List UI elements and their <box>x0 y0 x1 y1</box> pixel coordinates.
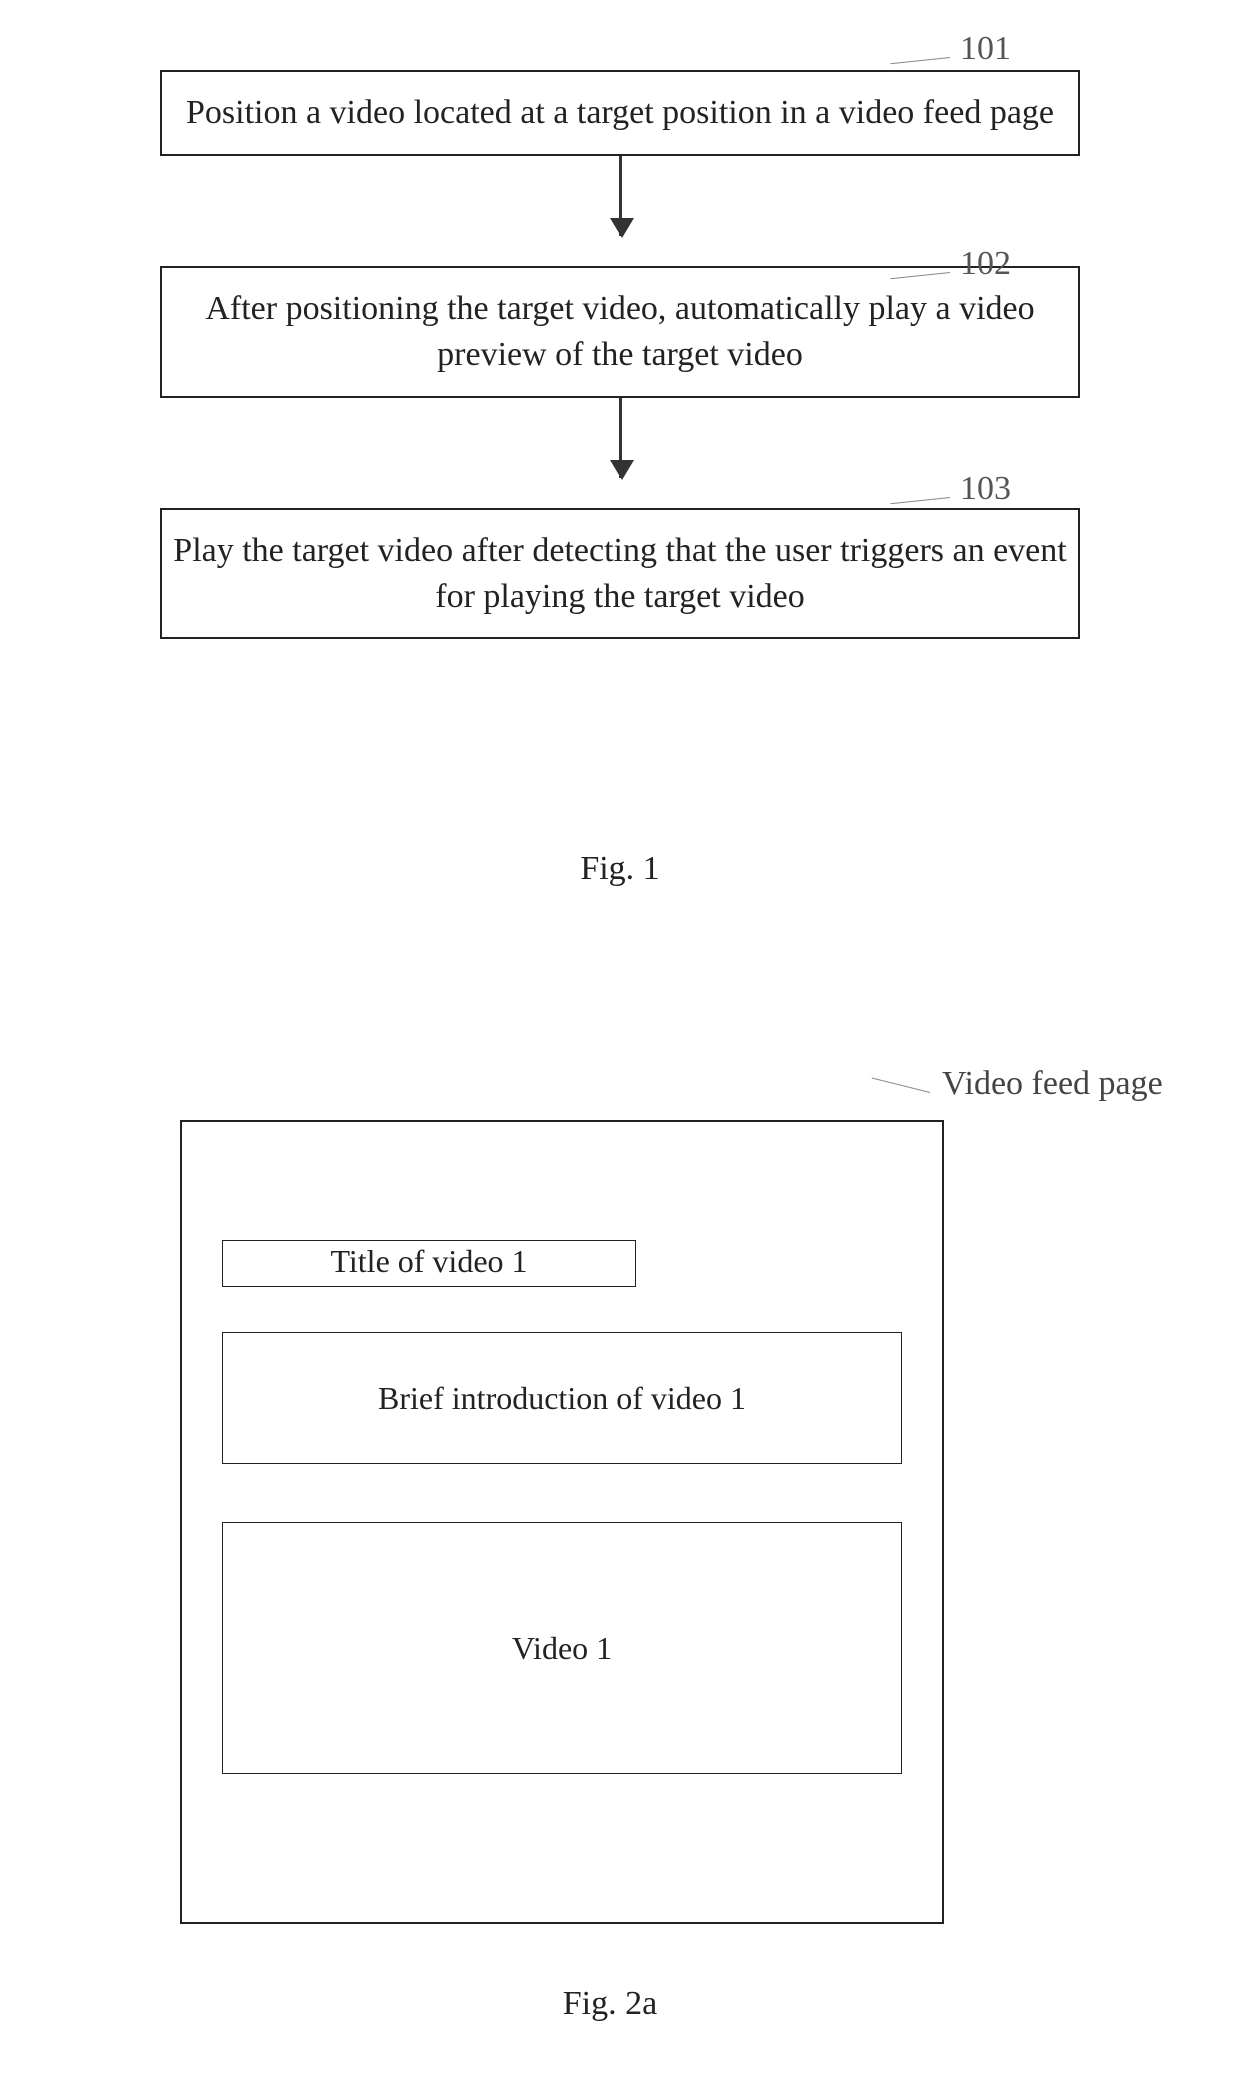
video-box: Video 1 <box>222 1522 902 1774</box>
step-103-text: Play the target video after detecting th… <box>173 532 1066 615</box>
video-feed-page-label: Video feed page <box>870 1065 1163 1103</box>
figure-2a-caption: Fig. 2a <box>510 1985 710 2023</box>
step-101-box: Position a video located at a target pos… <box>160 70 1080 156</box>
step-103-label: 103 <box>890 470 1011 508</box>
page: 101 Position a video located at a target… <box>0 0 1240 2079</box>
video-title-text: Title of video 1 <box>330 1243 527 1279</box>
step-103-box: Play the target video after detecting th… <box>160 508 1080 640</box>
step-102-label: 102 <box>890 245 1011 283</box>
video-feed-page-frame: Title of video 1 Brief introduction of v… <box>180 1120 944 1924</box>
figure-2a: Title of video 1 Brief introduction of v… <box>180 1120 1060 1924</box>
step-101-label: 101 <box>890 30 1011 68</box>
step-102-text: After positioning the target video, auto… <box>205 290 1034 373</box>
step-102-box: After positioning the target video, auto… <box>160 266 1080 398</box>
figure-1-caption: Fig. 1 <box>520 850 720 888</box>
video-box-text: Video 1 <box>512 1630 612 1667</box>
step-102-number: 102 <box>960 245 1011 282</box>
video-intro-text: Brief introduction of video 1 <box>378 1380 746 1417</box>
step-101-text: Position a video located at a target pos… <box>186 94 1054 131</box>
video-intro-box: Brief introduction of video 1 <box>222 1332 902 1464</box>
figure-1-flowchart: 101 Position a video located at a target… <box>100 70 1140 639</box>
step-101-number: 101 <box>960 30 1011 67</box>
step-103-number: 103 <box>960 470 1011 507</box>
video-title-box: Title of video 1 <box>222 1240 636 1287</box>
video-feed-page-label-text: Video feed page <box>942 1065 1163 1102</box>
